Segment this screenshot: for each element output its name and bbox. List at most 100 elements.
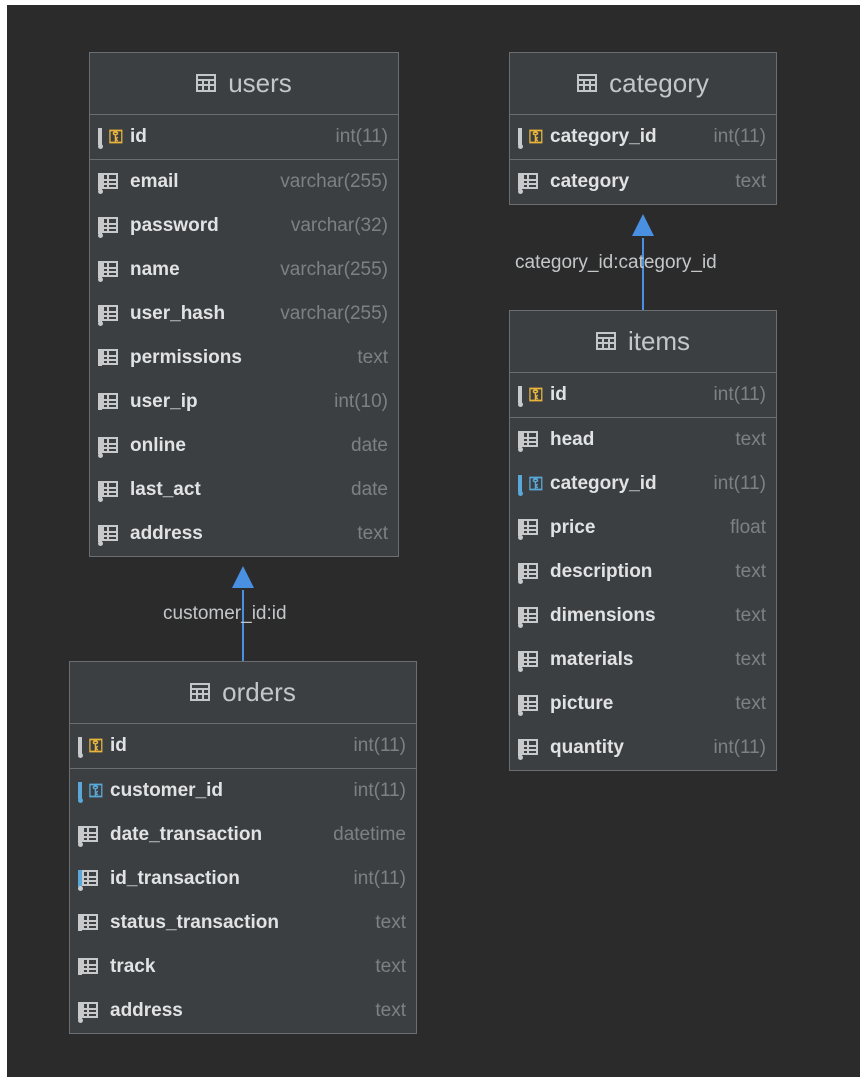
column-row-id[interactable]: ⚿ id int(11) (90, 115, 398, 159)
column-row-picture[interactable]: picture text (510, 682, 776, 726)
column-indexed-icon (78, 868, 102, 891)
table-users[interactable]: users ⚿ id int(11) email varchar(255) pa… (89, 52, 399, 557)
column-name: status_transaction (110, 912, 279, 933)
column-type: varchar(32) (290, 215, 388, 236)
column-row-address[interactable]: address text (90, 512, 398, 556)
column-row-id[interactable]: ⚿ id int(11) (510, 373, 776, 417)
column-name: quantity (550, 737, 624, 758)
column-type: text (735, 561, 766, 582)
column-type: text (357, 523, 388, 544)
column-type: int(11) (713, 737, 766, 758)
column-type: text (375, 1000, 406, 1021)
table-title: orders (222, 677, 296, 707)
column-row-last-act[interactable]: last_act date (90, 468, 398, 512)
column-row-name[interactable]: name varchar(255) (90, 248, 398, 292)
column-row-status-transaction[interactable]: status_transaction text (70, 901, 416, 945)
table-items[interactable]: items ⚿ id int(11) head text ⚿ category_… (509, 310, 777, 771)
table-orders[interactable]: orders ⚿ id int(11) ⚿ customer_id int(11… (69, 661, 417, 1034)
diagram-canvas: customer_id:id category_id:category_id u… (7, 5, 860, 1077)
column-row-materials[interactable]: materials text (510, 638, 776, 682)
column-row-dimensions[interactable]: dimensions text (510, 594, 776, 638)
column-type: int(11) (353, 780, 406, 801)
column-type: float (730, 517, 766, 538)
column-name: description (550, 561, 653, 582)
column-row-id[interactable]: ⚿ id int(11) (70, 724, 416, 768)
column-row-id-transaction[interactable]: id_transaction int(11) (70, 857, 416, 901)
table-header-users[interactable]: users (90, 53, 398, 115)
column-name: picture (550, 693, 614, 714)
table-header-items[interactable]: items (510, 311, 776, 373)
column-type: date (351, 435, 388, 456)
column-row-category-id[interactable]: ⚿ category_id int(11) (510, 115, 776, 159)
column-name: customer_id (110, 780, 223, 801)
column-type: text (735, 429, 766, 450)
column-type: varchar(255) (280, 303, 388, 324)
column-row-category-id[interactable]: ⚿ category_id int(11) (510, 462, 776, 506)
column-row-description[interactable]: description text (510, 550, 776, 594)
column-notnull-icon (98, 171, 122, 194)
column-row-category[interactable]: category text (510, 160, 776, 204)
column-name: password (130, 215, 219, 236)
column-row-password[interactable]: password varchar(32) (90, 204, 398, 248)
column-notnull-icon (518, 561, 542, 584)
column-name: last_act (130, 479, 201, 500)
column-type: text (735, 171, 766, 192)
column-notnull-icon (518, 649, 542, 672)
column-name: track (110, 956, 156, 977)
foreign-key-icon: ⚿ (78, 780, 103, 803)
column-row-online[interactable]: online date (90, 424, 398, 468)
columns-section: ⚿ customer_id int(11) date_transaction d… (70, 769, 416, 1033)
column-notnull-icon (98, 215, 122, 238)
pk-section: ⚿ category_id int(11) (510, 115, 776, 160)
column-row-customer-id[interactable]: ⚿ customer_id int(11) (70, 769, 416, 813)
column-name: address (130, 523, 203, 544)
column-name: head (550, 429, 595, 450)
column-notnull-icon (98, 259, 122, 282)
column-type: text (357, 347, 388, 368)
column-name: name (130, 259, 180, 280)
column-notnull-icon (98, 523, 122, 546)
table-title: users (228, 68, 292, 98)
pk-section: ⚿ id int(11) (90, 115, 398, 160)
column-row-quantity[interactable]: quantity int(11) (510, 726, 776, 770)
column-row-date-transaction[interactable]: date_transaction datetime (70, 813, 416, 857)
column-type: text (735, 693, 766, 714)
column-name: category_id (550, 126, 657, 147)
table-icon (595, 326, 616, 357)
column-row-price[interactable]: price float (510, 506, 776, 550)
column-row-track[interactable]: track text (70, 945, 416, 989)
primary-key-icon: ⚿ (78, 735, 103, 758)
column-notnull-icon (518, 605, 542, 628)
column-row-email[interactable]: email varchar(255) (90, 160, 398, 204)
column-notnull-icon (518, 171, 542, 194)
column-row-address[interactable]: address text (70, 989, 416, 1033)
table-header-orders[interactable]: orders (70, 662, 416, 724)
table-icon (190, 677, 211, 708)
column-name: address (110, 1000, 183, 1021)
foreign-key-icon: ⚿ (518, 473, 543, 496)
column-row-head[interactable]: head text (510, 418, 776, 462)
column-notnull-icon (518, 693, 542, 716)
relation-label-orders-users: customer_id:id (163, 603, 287, 624)
column-icon (78, 912, 102, 934)
pk-section: ⚿ id int(11) (70, 724, 416, 769)
table-category[interactable]: category ⚿ category_id int(11) category … (509, 52, 777, 205)
column-type: int(11) (353, 735, 406, 756)
column-row-user-hash[interactable]: user_hash varchar(255) (90, 292, 398, 336)
column-type: int(11) (353, 868, 406, 889)
column-type: varchar(255) (280, 171, 388, 192)
column-notnull-icon (518, 517, 542, 540)
column-type: text (735, 649, 766, 670)
column-type: int(11) (713, 473, 766, 494)
column-row-user-ip[interactable]: user_ip int(10) (90, 380, 398, 424)
column-notnull-icon (518, 737, 542, 760)
column-icon (78, 956, 102, 978)
column-name: date_transaction (110, 824, 263, 845)
column-notnull-icon (98, 435, 122, 458)
column-type: int(11) (713, 126, 766, 147)
table-header-category[interactable]: category (510, 53, 776, 115)
column-name: online (130, 435, 186, 456)
column-type: int(11) (335, 126, 388, 147)
column-row-permissions[interactable]: permissions text (90, 336, 398, 380)
columns-section: category text (510, 160, 776, 204)
